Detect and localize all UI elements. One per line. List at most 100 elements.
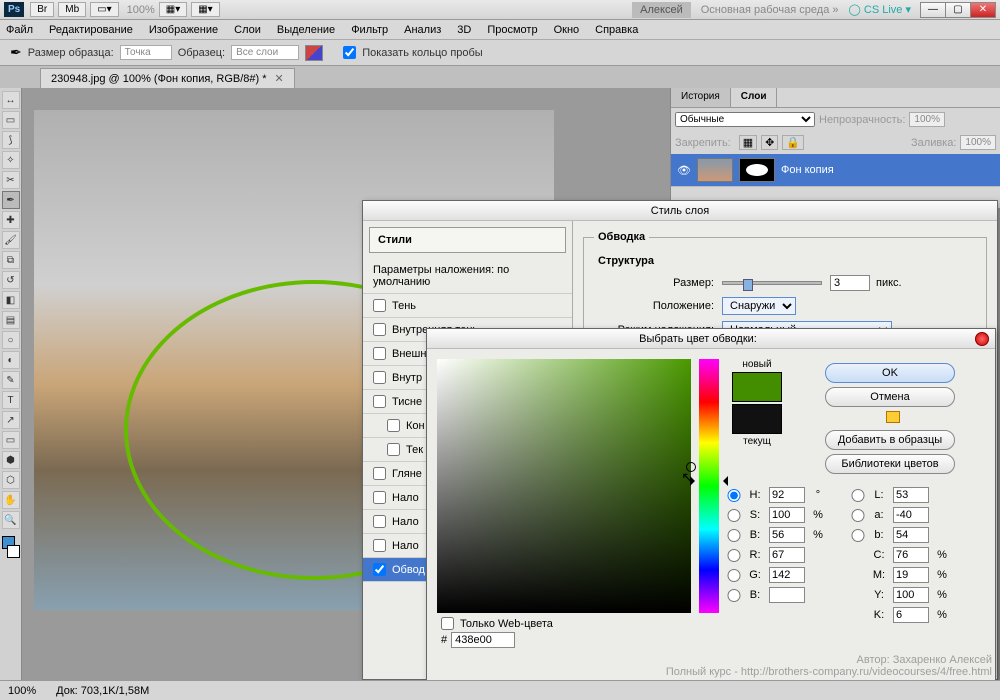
menu-select[interactable]: Выделение	[277, 24, 335, 36]
menu-view[interactable]: Просмотр	[487, 24, 537, 36]
ok-button[interactable]: OK	[825, 363, 955, 383]
shape-tool[interactable]: ▭	[2, 431, 20, 449]
wand-tool[interactable]: ✧	[2, 151, 20, 169]
size-input[interactable]	[830, 275, 870, 291]
sample-swatch[interactable]	[305, 45, 323, 61]
menu-3d[interactable]: 3D	[457, 24, 471, 36]
saturation-value-field[interactable]: ↖	[437, 359, 691, 613]
close-tab-icon[interactable]: ✕	[275, 72, 284, 85]
crop-tool[interactable]: ✂	[2, 171, 20, 189]
move-tool[interactable]: ↔	[2, 91, 20, 109]
eraser-tool[interactable]: ◧	[2, 291, 20, 309]
bridge-button[interactable]: Br	[30, 2, 54, 17]
tab-history[interactable]: История	[671, 88, 731, 107]
position-select[interactable]: Снаружи	[722, 297, 796, 315]
3d-camera-tool[interactable]: ⬡	[2, 471, 20, 489]
cslive-button[interactable]: ◯ CS Live ▾	[849, 3, 911, 16]
menu-file[interactable]: Файл	[6, 24, 33, 36]
eyedropper-tool[interactable]: ✒	[2, 191, 20, 209]
layers-panel: История Слои Обычные Непрозрачность: 100…	[670, 88, 1000, 208]
app-logo: Ps	[4, 2, 24, 17]
bv-radio[interactable]	[727, 529, 741, 542]
bc-radio[interactable]	[727, 589, 741, 602]
lock-pixels[interactable]: ▦	[739, 135, 757, 150]
dialog-title: Стиль слоя	[363, 201, 997, 221]
maximize-button[interactable]: ▢	[945, 2, 971, 18]
cancel-button[interactable]: Отмена	[825, 387, 955, 407]
eyedropper-icon: ✒	[10, 44, 22, 61]
styles-header[interactable]: Стили	[369, 227, 566, 253]
new-color-swatch	[732, 372, 782, 402]
s-radio[interactable]	[727, 509, 741, 522]
status-zoom[interactable]: 100%	[8, 685, 36, 697]
blend-options-item[interactable]: Параметры наложения: по умолчанию	[363, 259, 572, 294]
zoom-display[interactable]: 100%	[127, 4, 155, 16]
color-swatches[interactable]	[2, 536, 20, 558]
layer-row-active[interactable]: 👁 Фон копия	[671, 154, 1000, 187]
heal-tool[interactable]: ✚	[2, 211, 20, 229]
menu-help[interactable]: Справка	[595, 24, 638, 36]
stamp-tool[interactable]: ⧉	[2, 251, 20, 269]
type-tool[interactable]: T	[2, 391, 20, 409]
visibility-icon[interactable]: 👁	[677, 164, 691, 177]
current-label: текущ	[727, 436, 787, 447]
dodge-tool[interactable]: ◐	[2, 351, 20, 369]
minibridge-button[interactable]: Mb	[58, 2, 86, 17]
brush-tool[interactable]: 🖌	[2, 231, 20, 249]
toolbox: ↔ ▭ ⟆ ✧ ✂ ✒ ✚ 🖌 ⧉ ↺ ◧ ▤ ○ ◐ ✎ T ↗ ▭ ⬢ ⬡ …	[0, 88, 22, 680]
stroke-group-label: Обводка	[594, 231, 649, 243]
workspace-menu[interactable]: Основная рабочая среда »	[701, 4, 839, 16]
blend-mode-select[interactable]: Обычные	[675, 112, 815, 127]
cp-close-button[interactable]	[975, 332, 989, 346]
sample-size-select[interactable]: Точка	[120, 45, 172, 60]
menu-filter[interactable]: Фильтр	[351, 24, 388, 36]
sample-target-select[interactable]: Все слои	[231, 45, 299, 60]
zoom-tool[interactable]: 🔍	[2, 511, 20, 529]
hue-slider[interactable]	[699, 359, 719, 613]
fill-value[interactable]: 100%	[960, 135, 996, 150]
cp-title: Выбрать цвет обводки:	[639, 333, 757, 345]
minimize-button[interactable]: —	[920, 2, 946, 18]
size-unit: пикс.	[876, 277, 902, 289]
3d-tool[interactable]: ⬢	[2, 451, 20, 469]
menu-analysis[interactable]: Анализ	[404, 24, 441, 36]
current-color-swatch[interactable]	[732, 404, 782, 434]
history-brush-tool[interactable]: ↺	[2, 271, 20, 289]
menu-layer[interactable]: Слои	[234, 24, 261, 36]
status-doc[interactable]: Док: 703,1K/1,58M	[56, 685, 149, 697]
position-label: Положение:	[594, 300, 714, 312]
show-ring-checkbox[interactable]	[343, 46, 356, 59]
pen-tool[interactable]: ✎	[2, 371, 20, 389]
path-tool[interactable]: ↗	[2, 411, 20, 429]
gamut-warning-icon[interactable]	[886, 411, 900, 423]
size-label: Размер:	[594, 277, 714, 289]
lock-position[interactable]: ✥	[761, 135, 778, 150]
screenmode-button[interactable]: ▭▾	[90, 2, 118, 17]
menu-image[interactable]: Изображение	[149, 24, 218, 36]
lock-all[interactable]: 🔒	[782, 135, 804, 150]
close-button[interactable]: ✕	[970, 2, 996, 18]
arrange-button[interactable]: ▦▾	[159, 2, 187, 17]
menu-edit[interactable]: Редактирование	[49, 24, 133, 36]
document-tab[interactable]: 230948.jpg @ 100% (Фон копия, RGB/8#) * …	[40, 68, 295, 88]
web-only-label: Только Web-цвета	[460, 618, 553, 630]
blur-tool[interactable]: ○	[2, 331, 20, 349]
hex-input[interactable]	[451, 632, 515, 648]
menu-window[interactable]: Окно	[554, 24, 580, 36]
color-libraries-button[interactable]: Библиотеки цветов	[825, 454, 955, 474]
add-swatch-button[interactable]: Добавить в образцы	[825, 430, 955, 450]
r-radio[interactable]	[727, 549, 741, 562]
g-radio[interactable]	[727, 569, 741, 582]
layer-mask-thumb	[739, 158, 775, 182]
h-radio[interactable]	[727, 489, 741, 502]
web-only-checkbox[interactable]	[441, 617, 454, 630]
hand-tool[interactable]: ✋	[2, 491, 20, 509]
opacity-value[interactable]: 100%	[909, 112, 945, 127]
style-drop-shadow[interactable]: Тень	[363, 294, 572, 318]
lasso-tool[interactable]: ⟆	[2, 131, 20, 149]
extras-button[interactable]: ▦▾	[191, 2, 219, 17]
gradient-tool[interactable]: ▤	[2, 311, 20, 329]
size-slider[interactable]	[722, 281, 822, 285]
tab-layers[interactable]: Слои	[731, 88, 778, 107]
marquee-tool[interactable]: ▭	[2, 111, 20, 129]
